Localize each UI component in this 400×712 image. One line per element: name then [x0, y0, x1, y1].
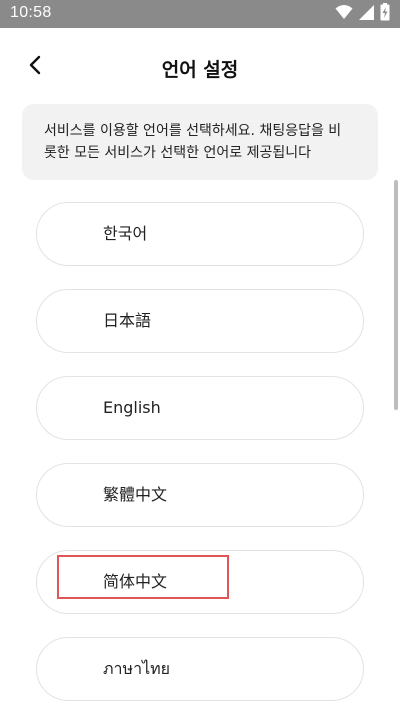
info-text-line-2: 롯한 모든 서비스가 선택한 언어로 제공됩니다	[44, 145, 311, 161]
language-label: 한국어	[103, 224, 148, 243]
status-time: 10:58	[10, 4, 52, 21]
language-label: 日本語	[103, 311, 152, 330]
info-box: 서비스를 이용할 언어를 선택하세요. 채팅응답을 비 롯한 모든 서비스가 선…	[22, 104, 378, 180]
language-option-traditional-chinese[interactable]: 繁體中文	[36, 463, 364, 527]
language-option-korean[interactable]: 한국어	[36, 202, 364, 266]
battery-charging-icon	[380, 3, 390, 25]
page-title: 언어 설정	[161, 59, 239, 81]
language-option-english[interactable]: English	[36, 376, 364, 440]
language-label: English	[103, 398, 161, 417]
language-option-japanese[interactable]: 日本語	[36, 289, 364, 353]
status-icons	[335, 3, 390, 25]
scrollbar[interactable]	[394, 180, 398, 410]
signal-icon	[359, 4, 374, 24]
header: 언어 설정	[0, 28, 400, 104]
language-label: 繁體中文	[103, 485, 168, 504]
language-option-thai[interactable]: ภาษาไทย	[36, 637, 364, 701]
language-label: ภาษาไทย	[103, 659, 171, 678]
info-text-line-1: 서비스를 이용할 언어를 선택하세요. 채팅응답을 비	[44, 123, 342, 139]
status-bar: 10:58	[0, 0, 400, 28]
selection-highlight	[57, 555, 229, 599]
wifi-icon	[335, 4, 353, 24]
